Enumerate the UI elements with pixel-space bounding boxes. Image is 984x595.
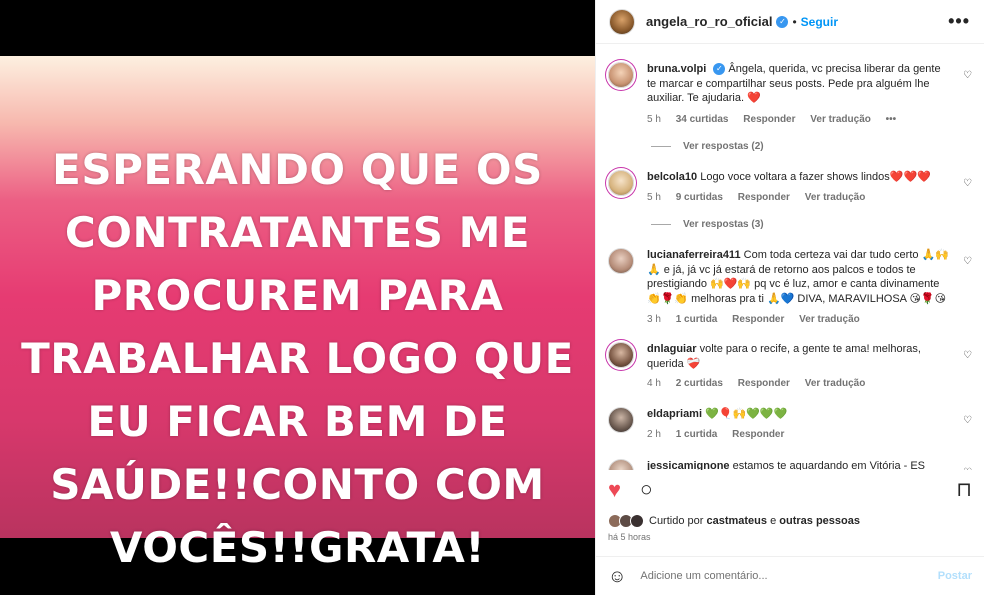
comment-body: eldapriami 💚🎈🙌💚💚💚 (647, 407, 950, 422)
comment-body: bruna.volpi ✓ Ângela, querida, vc precis… (647, 62, 950, 106)
replies-line (651, 145, 671, 147)
image-text-line: TRABALHAR LOGO QUE (21, 334, 574, 383)
comment-bubble-icon[interactable]: ○ (640, 478, 653, 502)
emoji-icon[interactable]: ☺ (608, 566, 626, 587)
post-media: ESPERANDO QUE OS CONTRATANTES ME PROCURE… (0, 0, 595, 595)
view-replies-button[interactable]: Ver respostas (2) (651, 141, 764, 152)
replies-label: Ver respostas (3) (683, 219, 764, 230)
comment-like-icon[interactable]: ♡ (963, 70, 972, 81)
translate-button[interactable]: Ver tradução (810, 114, 871, 125)
likes-text[interactable]: Curtido por castmateus e outras pessoas (649, 515, 860, 527)
translate-button[interactable]: Ver tradução (805, 378, 866, 389)
image-text-line: PROCUREM PARA (91, 271, 504, 320)
comment-like-icon[interactable]: ♡ (963, 467, 972, 470)
likes-summary: Curtido por castmateus e outras pessoas (608, 514, 860, 528)
comment-like-icon[interactable]: ♡ (963, 415, 972, 426)
commenter-username[interactable]: bruna.volpi (647, 63, 706, 75)
comment-likes[interactable]: 1 curtida (676, 429, 718, 440)
liker-avatar[interactable] (630, 514, 644, 528)
commenter-avatar[interactable] (608, 342, 634, 368)
post-comment-button[interactable]: Postar (938, 570, 972, 582)
comment-meta: 4 h 2 curtidas Responder Ver tradução (647, 378, 877, 389)
commenter-username[interactable]: dnlaguiar (647, 343, 697, 355)
likes-prefix: Curtido por (649, 515, 704, 527)
verified-badge-icon: ✓ (776, 15, 789, 28)
comment-body: lucianaferreira411 Com toda certeza vai … (647, 248, 950, 306)
comment-time: 5 h (647, 192, 661, 203)
comment-like-icon[interactable]: ♡ (963, 350, 972, 361)
commenter-username[interactable]: lucianaferreira411 (647, 249, 741, 261)
comment-like-icon[interactable]: ♡ (963, 178, 972, 189)
commenter-avatar[interactable] (608, 170, 634, 196)
comment-text: 💚🎈🙌💚💚💚 (705, 408, 788, 420)
separator-dot: • (792, 14, 797, 29)
comment-body: jessicamignone estamos te aguardando em … (647, 459, 950, 470)
comment-meta: 2 h 1 curtida Responder (647, 429, 796, 440)
comment-text: estamos te aguardando em Vitória - ES (732, 460, 926, 470)
follow-button[interactable]: Seguir (801, 15, 838, 29)
comment-time: 2 h (647, 429, 661, 440)
more-options-icon[interactable]: ••• (948, 11, 970, 32)
comment-likes[interactable]: 1 curtida (676, 314, 718, 325)
replies-label: Ver respostas (2) (683, 141, 764, 152)
verified-badge-icon: ✓ (713, 63, 726, 76)
replies-line (651, 223, 671, 225)
comment-likes[interactable]: 9 curtidas (676, 192, 723, 203)
comment-like-icon[interactable]: ♡ (963, 256, 972, 267)
liker-username[interactable]: castmateus (706, 515, 767, 527)
comment-body: belcola10 Logo voce voltara a fazer show… (647, 170, 950, 185)
author-avatar[interactable] (609, 8, 635, 35)
image-text-line: VOCÊS!!GRATA! (109, 523, 486, 572)
like-heart-icon[interactable]: ♥ (608, 478, 621, 502)
comment-input[interactable] (640, 570, 938, 582)
comment-text: Logo voce voltara a fazer shows lindos❤️… (700, 171, 931, 183)
translate-button[interactable]: Ver tradução (805, 192, 866, 203)
comment-time: 5 h (647, 114, 661, 125)
comment-meta: 5 h 34 curtidas Responder Ver tradução •… (647, 114, 908, 125)
translate-button[interactable]: Ver tradução (799, 314, 860, 325)
commenter-avatar[interactable] (608, 459, 634, 470)
comment-likes[interactable]: 34 curtidas (676, 114, 729, 125)
reply-button[interactable]: Responder (743, 114, 795, 125)
post-actions: ♥ ○ ⊓ (596, 478, 984, 508)
commenter-username[interactable]: belcola10 (647, 171, 697, 183)
post-header: angela_ro_ro_oficial ✓ • Seguir ••• (596, 0, 984, 44)
image-text-line: EU FICAR BEM DE (87, 397, 508, 446)
comment-time: 3 h (647, 314, 661, 325)
likes-others[interactable]: outras pessoas (779, 515, 860, 527)
image-text-line: CONTRATANTES ME (64, 208, 531, 257)
post-side-panel: angela_ro_ro_oficial ✓ • Seguir ••• brun… (595, 0, 984, 595)
comment-meta: 3 h 1 curtida Responder Ver tradução (647, 314, 872, 325)
comments-list[interactable]: bruna.volpi ✓ Ângela, querida, vc precis… (596, 45, 984, 470)
post-timestamp[interactable]: há 5 horas (608, 532, 651, 542)
reply-button[interactable]: Responder (738, 378, 790, 389)
commenter-avatar[interactable] (608, 407, 634, 433)
commenter-avatar[interactable] (608, 248, 634, 274)
image-text-line: SAÚDE!!CONTO COM (50, 460, 545, 509)
comment-meta: 5 h 9 curtidas Responder Ver tradução (647, 192, 877, 203)
image-text-line: ESPERANDO QUE OS (52, 145, 543, 194)
reply-button[interactable]: Responder (732, 429, 784, 440)
comment-body: dnlaguiar volte para o recife, a gente t… (647, 342, 950, 371)
likes-and: e (770, 515, 777, 527)
commenter-username[interactable]: eldapriami (647, 408, 702, 420)
comment-options-icon[interactable]: ••• (886, 114, 897, 125)
view-replies-button[interactable]: Ver respostas (3) (651, 219, 764, 230)
save-bookmark-icon[interactable]: ⊓ (956, 478, 972, 502)
reply-button[interactable]: Responder (732, 314, 784, 325)
author-username[interactable]: angela_ro_ro_oficial (646, 14, 772, 29)
add-comment-bar: ☺ Postar (596, 556, 984, 595)
post-image[interactable]: ESPERANDO QUE OS CONTRATANTES ME PROCURE… (0, 56, 595, 572)
post-image-text: ESPERANDO QUE OS CONTRATANTES ME PROCURE… (0, 138, 595, 579)
comment-time: 4 h (647, 378, 661, 389)
reply-button[interactable]: Responder (738, 192, 790, 203)
commenter-username[interactable]: jessicamignone (647, 460, 730, 470)
commenter-avatar[interactable] (608, 62, 634, 88)
comment-likes[interactable]: 2 curtidas (676, 378, 723, 389)
